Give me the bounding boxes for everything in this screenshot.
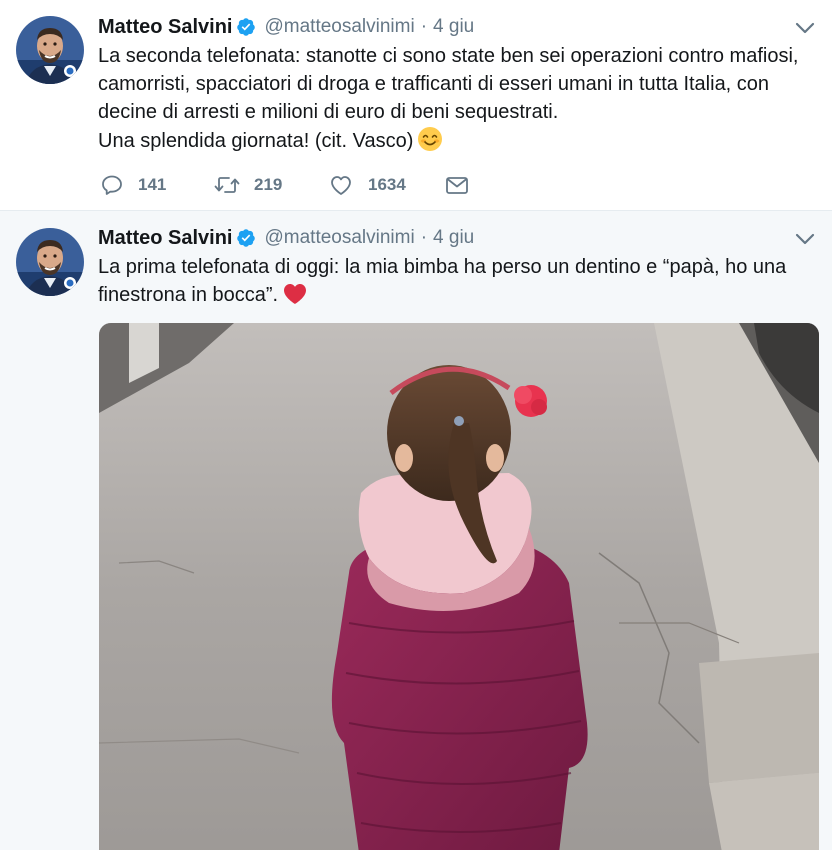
separator-dot: · <box>420 16 428 37</box>
author-name[interactable]: Matteo Salvini <box>98 16 232 39</box>
chevron-down-icon[interactable] <box>794 231 816 247</box>
reply-icon <box>102 175 122 195</box>
envelope-icon <box>446 177 468 194</box>
tweet-text: La prima telefonata di oggi: la mia bimb… <box>98 253 818 309</box>
photo-child-on-street <box>99 323 819 850</box>
avatar-image <box>16 228 84 296</box>
tweet-text-line: La seconda telefonata: stanotte ci sono … <box>98 45 799 67</box>
tweet-timestamp[interactable]: 4 giu <box>433 16 474 38</box>
retweet-icon <box>214 177 240 193</box>
retweet-count: 219 <box>254 175 283 194</box>
tweet-text: La seconda telefonata: stanotte ci sono … <box>98 42 818 155</box>
tweet-text-line: La prima telefonata di oggi: la mia bimb… <box>98 256 787 278</box>
tweet-header: Matteo Salvini @matteosalvinimi · 4 giu <box>98 223 474 253</box>
retweet-button[interactable]: 219 <box>214 173 328 197</box>
heart-icon <box>331 176 351 195</box>
tweet-feed: Matteo Salvini @matteosalvinimi · 4 giu … <box>0 0 832 850</box>
verified-badge-icon <box>237 229 256 247</box>
tweet-text-line-with-emoji: Una splendida giornata! (cit. Vasco) <box>98 126 818 155</box>
tweet-actions: 141 219 1634 <box>100 171 470 199</box>
reply-count: 141 <box>138 175 167 194</box>
smiling-face-icon <box>418 127 443 151</box>
tweet-text-line-with-emoji: finestrona in bocca”. <box>98 281 818 309</box>
like-count: 1634 <box>368 175 406 194</box>
separator-dot: · <box>420 227 428 248</box>
avatar[interactable] <box>16 228 84 296</box>
tweet-text-line: camorristi, spacciatori di droga e traff… <box>98 73 770 95</box>
direct-message-button[interactable] <box>444 173 470 197</box>
tweet-header: Matteo Salvini @matteosalvinimi · 4 giu <box>98 12 474 42</box>
author-handle[interactable]: @matteosalvinimi <box>264 16 414 38</box>
avatar[interactable] <box>16 16 84 84</box>
tweet[interactable]: Matteo Salvini @matteosalvinimi · 4 giu … <box>0 0 832 211</box>
reply-button[interactable]: 141 <box>100 173 214 197</box>
author-handle[interactable]: @matteosalvinimi <box>264 227 414 249</box>
tweet-photo[interactable] <box>99 323 819 850</box>
tweet-timestamp[interactable]: 4 giu <box>433 227 474 249</box>
red-heart-icon <box>284 284 307 304</box>
tweet-text-line: decine di arresti e milioni di euro di b… <box>98 101 559 123</box>
tweet-text-line: finestrona in bocca”. <box>98 284 279 306</box>
chevron-down-icon[interactable] <box>794 20 816 36</box>
avatar-image <box>16 16 84 84</box>
tweet-text-line: Una splendida giornata! (cit. Vasco) <box>98 130 414 152</box>
verified-badge-icon <box>237 18 256 36</box>
like-button[interactable]: 1634 <box>328 173 444 197</box>
author-name[interactable]: Matteo Salvini <box>98 227 232 250</box>
tweet[interactable]: Matteo Salvini @matteosalvinimi · 4 giu … <box>0 211 832 850</box>
